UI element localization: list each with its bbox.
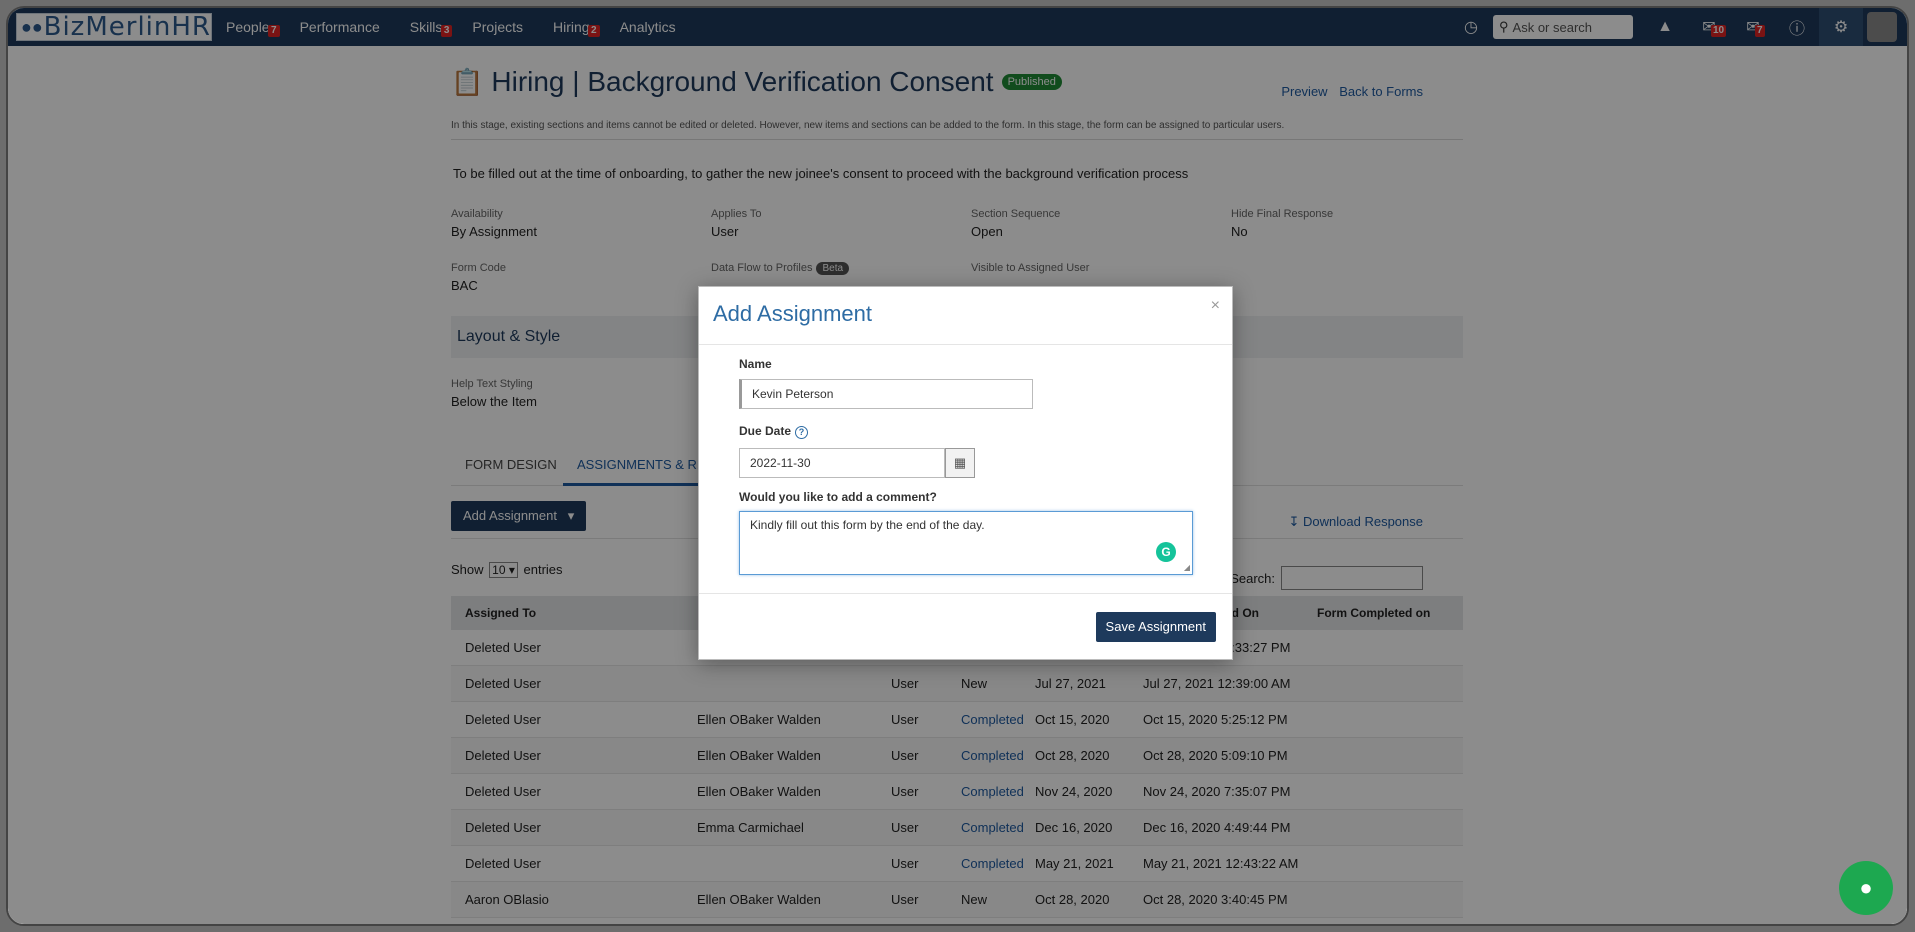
calendar-icon[interactable]: ▦ [945,448,975,478]
add-assignment-modal: Add Assignment × Name Kevin Peterson Due… [698,286,1233,660]
modal-header: Add Assignment × [699,287,1232,345]
comment-text: Kindly fill out this form by the end of … [750,518,985,532]
comment-textarea[interactable]: Kindly fill out this form by the end of … [739,511,1193,575]
due-date-field[interactable]: 2022-11-30 [739,448,945,478]
close-icon[interactable]: × [1211,297,1220,315]
grammarly-icon[interactable]: G [1156,542,1176,562]
app-window: ●● BizMerlinHR People 7 Performance Skill… [6,6,1909,926]
modal-title: Add Assignment [713,301,872,326]
help-circle-icon[interactable]: ? [795,426,809,439]
chat-icon[interactable]: ● [1839,861,1893,915]
due-date-text: Due Date [739,424,792,438]
comment-label: Would you like to add a comment? [739,490,937,504]
resize-handle-icon[interactable]: ◢ [1184,563,1190,572]
due-date-label: Due Date? [739,424,809,439]
save-assignment-button[interactable]: Save Assignment [1095,612,1216,642]
name-field[interactable]: Kevin Peterson [739,379,1033,409]
name-label: Name [739,357,772,371]
modal-footer: Save Assignment [699,593,1232,661]
